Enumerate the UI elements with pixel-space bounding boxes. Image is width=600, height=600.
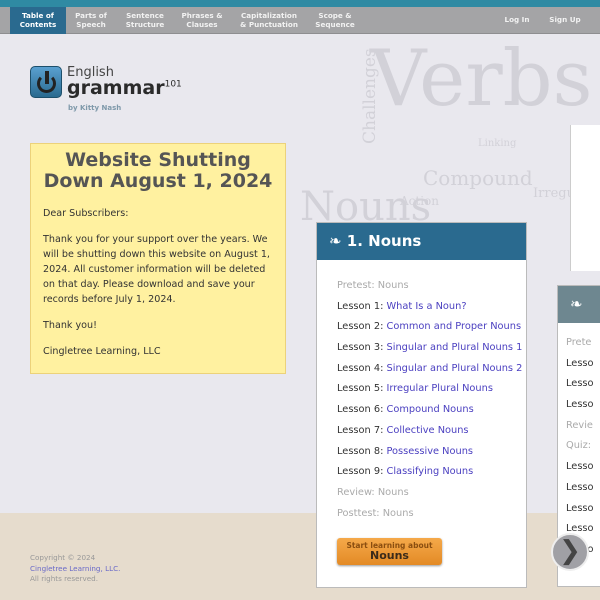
lesson-item[interactable]: Revie: [546, 416, 600, 437]
lesson-link[interactable]: Compound Nouns: [387, 404, 474, 415]
tab-parts-of-speech[interactable]: Parts of Speech: [70, 7, 112, 34]
lesson-prefix: Lesson 6:: [337, 404, 387, 416]
swirl-icon: ❧: [329, 232, 347, 250]
background-word-cloud: Verbs Nouns Compound Irregular Challenge…: [300, 34, 600, 224]
notice-title: Website Shutting Down August 1, 2024: [43, 149, 273, 192]
swirl-icon: ❧: [570, 295, 583, 313]
lesson-prefix: Lesson 8:: [337, 445, 387, 457]
tab-sentence-structure[interactable]: Sentence Structure: [122, 7, 168, 34]
lesson-item[interactable]: Lesso: [546, 395, 600, 416]
lesson-link[interactable]: Classifying Nouns: [387, 466, 474, 477]
lesson-prefix: Lesson 2:: [337, 321, 387, 333]
lesson-item[interactable]: Lesson 2: Common and Proper Nouns: [317, 317, 526, 338]
lesson-link[interactable]: What Is a Noun?: [387, 301, 467, 312]
lesson-item[interactable]: Lesson 3: Singular and Plural Nouns 1: [317, 338, 526, 359]
copyright-text: Copyright © 2024: [30, 553, 96, 562]
bgword: Verbs: [370, 34, 593, 124]
chevron-right-icon: ❯: [559, 536, 581, 566]
lesson-prefix: Posttest: Nouns: [337, 507, 414, 519]
lesson-prefix: Lesson 9:: [337, 466, 387, 478]
bgword: Compound: [423, 166, 533, 190]
lesson-prefix: Lesson 3:: [337, 342, 387, 354]
nouns-card-header[interactable]: ❧ 1. Nouns: [317, 223, 526, 260]
lesson-prefix: Pretest: Nouns: [337, 280, 409, 291]
shutdown-notice: Website Shutting Down August 1, 2024 Dea…: [30, 143, 286, 374]
lesson-item[interactable]: Lesson 8: Possessive Nouns: [317, 442, 526, 463]
copyright: Copyright © 2024 Cingletree Learning, LL…: [30, 553, 120, 585]
lesson-link[interactable]: Collective Nouns: [387, 425, 469, 436]
company-link[interactable]: Cingletree Learning, LLC.: [30, 564, 120, 575]
lesson-item: Pretest: Nouns: [317, 276, 526, 297]
lesson-item[interactable]: Lesson 6: Compound Nouns: [317, 400, 526, 421]
bgword: Challenges: [360, 48, 380, 144]
lesson-item[interactable]: Lesso: [546, 499, 600, 520]
lesson-prefix: Review: Nouns: [337, 486, 409, 498]
lesson-link[interactable]: Singular and Plural Nouns 1: [387, 342, 523, 353]
lesson-item[interactable]: Lesso: [546, 478, 600, 499]
notice-greeting: Dear Subscribers:: [43, 208, 129, 219]
nouns-card: ❧ 1. Nouns Pretest: Nouns Lesson 1: What …: [316, 222, 527, 588]
lesson-prefix: Lesson 1:: [337, 300, 387, 312]
lesson-link[interactable]: Irregular Plural Nouns: [387, 383, 493, 394]
tab-phrases-clauses[interactable]: Phrases & Clauses: [180, 7, 224, 34]
top-banner: [0, 0, 600, 7]
tab-scope-sequence[interactable]: Scope & Sequence: [312, 7, 358, 34]
login-link[interactable]: Log In: [500, 7, 534, 34]
lesson-prefix: Lesson 7:: [337, 424, 387, 436]
notice-signature: Cingletree Learning, LLC: [43, 346, 161, 357]
lesson-link[interactable]: Singular and Plural Nouns 2: [387, 363, 523, 374]
tab-capitalization-punctuation[interactable]: Capitalization & Punctuation: [238, 7, 300, 34]
bgword: Action: [400, 194, 439, 208]
lesson-prefix: Lesson 4:: [337, 362, 387, 374]
lesson-prefix: Lesson 5:: [337, 383, 387, 395]
notice-body: Thank you for your support over the year…: [43, 234, 270, 305]
lesson-link[interactable]: Common and Proper Nouns: [387, 321, 522, 332]
lesson-item[interactable]: Lesson 9: Classifying Nouns: [317, 462, 526, 483]
bgword: Linking: [478, 138, 517, 149]
lesson-link[interactable]: Possessive Nouns: [387, 446, 474, 457]
lesson-item[interactable]: Quiz:: [546, 436, 600, 457]
lesson-item: Posttest: Nouns: [317, 504, 526, 525]
lesson-item[interactable]: Lesson 1: What Is a Noun?: [317, 297, 526, 318]
lesson-item[interactable]: Lesson 4: Singular and Plural Nouns 2: [317, 359, 526, 380]
signup-link[interactable]: Sign Up: [546, 7, 584, 34]
byline: by Kitty Nash: [68, 104, 122, 112]
lesson-item[interactable]: Prete: [546, 333, 600, 354]
illustration-panel: [570, 125, 600, 271]
lesson-item: Review: Nouns: [317, 483, 526, 504]
lesson-item[interactable]: Lesson 5: Irregular Plural Nouns: [317, 379, 526, 400]
next-card-header[interactable]: ❧: [558, 286, 600, 323]
tab-table-of-contents[interactable]: Table of Contents: [10, 7, 66, 34]
lesson-item[interactable]: Lesson 7: Collective Nouns: [317, 421, 526, 442]
notice-thanks: Thank you!: [43, 320, 97, 331]
logo-grammar: grammar101: [67, 77, 182, 99]
start-learning-button[interactable]: Start learning about Nouns: [337, 538, 442, 565]
lesson-item[interactable]: Lesso: [546, 354, 600, 375]
rights-text: All rights reserved.: [30, 574, 98, 583]
power-icon: [30, 66, 62, 98]
lesson-item[interactable]: Lesso: [546, 374, 600, 395]
lesson-item[interactable]: Lesso: [546, 457, 600, 478]
next-arrow-button[interactable]: ❯: [551, 533, 589, 571]
main-nav: Table of Contents Parts of Speech Senten…: [0, 7, 600, 34]
